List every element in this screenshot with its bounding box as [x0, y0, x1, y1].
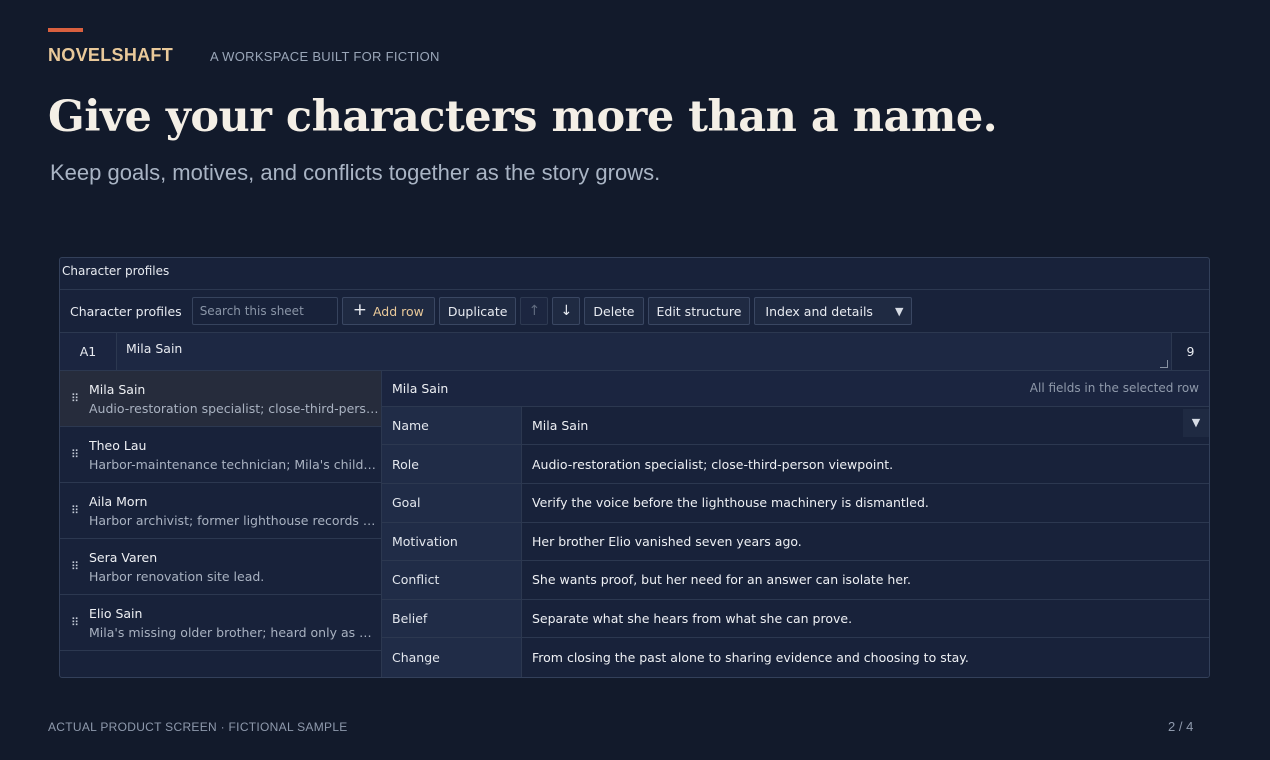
detail-header: Mila Sain All fields in the selected row [382, 371, 1209, 407]
app-title: Character profiles [60, 258, 1209, 290]
edit-structure-button[interactable]: Edit structure [647, 297, 751, 325]
brand-logo: NOVELSHAFT [48, 45, 174, 65]
row-name: Mila Sain [89, 381, 146, 397]
field-row-role: Role Audio-restoration specialist; close… [382, 445, 1209, 484]
move-up-button[interactable]: ↑ [520, 297, 549, 325]
field-value-input[interactable]: Separate what she hears from what she ca… [522, 599, 1209, 638]
app-window: Character profiles Character profiles + … [59, 257, 1210, 678]
duplicate-button[interactable]: Duplicate [438, 297, 517, 325]
drag-handle-icon[interactable]: ⠿ [60, 616, 89, 629]
row-description: Harbor archivist; former lighthouse reco… [89, 512, 379, 528]
field-count: 9 [1186, 344, 1195, 359]
field-label: Name [382, 406, 522, 445]
row-name: Sera Varen [89, 549, 158, 565]
drag-handle-icon[interactable]: ⠿ [60, 392, 89, 405]
field-row-conflict: Conflict She wants proof, but her need f… [382, 561, 1209, 600]
field-value-input[interactable]: Audio-restoration specialist; close-thir… [522, 445, 1209, 483]
row-description: Mila's missing older brother; heard only… [89, 624, 379, 640]
detail-panel: Mila Sain All fields in the selected row… [382, 371, 1209, 677]
row-name: Theo Lau [89, 437, 147, 453]
field-row-goal: Goal Verify the voice before the lightho… [382, 484, 1209, 523]
field-row-belief: Belief Separate what she hears from what… [382, 599, 1209, 639]
tagline: A WORKSPACE BUILT FOR FICTION [210, 49, 440, 64]
footer-caption: ACTUAL PRODUCT SCREEN · FICTIONAL SAMPLE [48, 720, 348, 734]
list-item[interactable]: ⠿ Elio Sain Mila's missing older brother… [60, 595, 381, 651]
slide-counter: 2 / 4 [1168, 719, 1194, 734]
field-row-motivation: Motivation Her brother Elio vanished sev… [382, 522, 1209, 562]
field-row-name: Name Mila Sain ▼ [382, 406, 1209, 446]
field-label: Goal [382, 484, 522, 522]
search-input[interactable] [191, 297, 338, 325]
row-description: Audio-restoration specialist; close-thir… [89, 400, 379, 416]
chevron-down-icon: ▼ [894, 304, 904, 318]
resize-handle-icon[interactable] [1160, 360, 1168, 368]
view-select-value: Index and details [765, 303, 873, 319]
field-label: Motivation [382, 522, 522, 561]
chevron-down-icon[interactable]: ▼ [1183, 408, 1209, 437]
field-value-input[interactable]: Mila Sain ▼ [522, 406, 1209, 445]
field-label: Role [382, 445, 522, 483]
cell-value-input[interactable]: Mila Sain [116, 333, 1172, 370]
field-value-text: Mila Sain [532, 418, 589, 434]
add-row-label: Add row [372, 303, 424, 319]
drag-handle-icon[interactable]: ⠿ [60, 560, 89, 573]
field-value-input[interactable]: From closing the past alone to sharing e… [522, 638, 1209, 677]
move-down-button[interactable]: ↓ [552, 297, 581, 325]
row-name: Elio Sain [89, 605, 143, 621]
row-name: Aila Morn [89, 493, 148, 509]
add-row-button[interactable]: + Add row [341, 297, 435, 325]
plus-icon: + [352, 300, 367, 320]
drag-handle-icon[interactable]: ⠿ [60, 504, 89, 517]
list-item[interactable]: ⠿ Sera Varen Harbor renovation site lead… [60, 539, 381, 595]
field-label: Conflict [382, 561, 522, 599]
row-index: ⠿ Mila Sain Audio-restoration specialist… [60, 371, 382, 677]
row-description: Harbor-maintenance technician; Mila's ch… [89, 456, 379, 472]
detail-title: Mila Sain [392, 380, 449, 396]
field-row-change: Change From closing the past alone to sh… [382, 638, 1209, 677]
list-item[interactable]: ⠿ Aila Morn Harbor archivist; former lig… [60, 483, 381, 539]
subhead: Keep goals, motives, and conflicts toget… [50, 160, 661, 185]
cell-value-text: Mila Sain [126, 341, 183, 356]
toolbar: Character profiles + Add row Duplicate ↑… [60, 290, 1209, 333]
field-value-input[interactable]: She wants proof, but her need for an ans… [522, 561, 1209, 599]
field-value-input[interactable]: Verify the voice before the lighthouse m… [522, 484, 1209, 522]
cell-reference: A1 [60, 333, 116, 370]
field-value-input[interactable]: Her brother Elio vanished seven years ag… [522, 522, 1209, 561]
view-select[interactable]: Index and details ▼ [754, 297, 913, 325]
arrow-up-icon: ↑ [528, 303, 541, 319]
drag-handle-icon[interactable]: ⠿ [60, 448, 89, 461]
row-description: Harbor renovation site lead. [89, 568, 265, 584]
formula-bar: A1 Mila Sain 9 [60, 333, 1209, 371]
delete-button[interactable]: Delete [584, 297, 644, 325]
sheet-body: ⠿ Mila Sain Audio-restoration specialist… [60, 371, 1209, 677]
arrow-down-icon: ↓ [560, 303, 573, 319]
accent-bar [48, 28, 83, 32]
field-label: Belief [382, 599, 522, 638]
list-item[interactable]: ⠿ Theo Lau Harbor-maintenance technician… [60, 427, 381, 483]
detail-hint: All fields in the selected row [1029, 381, 1199, 396]
sheet-label: Character profiles [70, 303, 182, 319]
headline: Give your characters more than a name. [48, 92, 998, 142]
field-label: Change [382, 638, 522, 677]
list-item[interactable]: ⠿ Mila Sain Audio-restoration specialist… [60, 371, 381, 427]
